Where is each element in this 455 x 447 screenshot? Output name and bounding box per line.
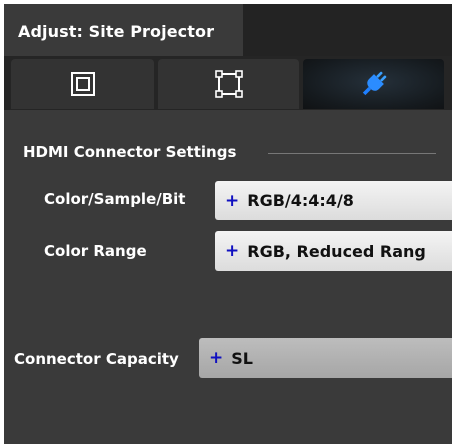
window-title-tab[interactable]: Adjust: Site Projector	[4, 4, 243, 56]
plus-icon: +	[225, 190, 240, 211]
square-frame-icon	[70, 72, 95, 96]
plug-icon	[362, 71, 386, 96]
corner-handles-icon	[214, 70, 243, 98]
section-title: HDMI Connector Settings	[23, 143, 237, 161]
plus-icon: +	[225, 241, 240, 261]
color-range-label: Color Range	[44, 242, 147, 260]
tab-corner-handles[interactable]	[158, 59, 299, 109]
connector-capacity-label: Connector Capacity	[14, 350, 179, 368]
tab-square-frame[interactable]	[11, 59, 154, 109]
color-range-value: RGB, Reduced Rang	[247, 241, 426, 261]
connector-capacity-select[interactable]: + SL	[199, 338, 452, 378]
section-divider	[268, 153, 436, 154]
color-range-select[interactable]: + RGB, Reduced Rang	[215, 231, 452, 271]
color-sample-bit-select[interactable]: + RGB/4:4:4/8	[215, 181, 452, 220]
tab-connector[interactable]	[303, 59, 444, 109]
adjust-window: Adjust: Site Projector HDMI Connector Se…	[4, 4, 452, 444]
tab-bar	[4, 56, 452, 110]
color-sample-bit-value: RGB/4:4:4/8	[247, 191, 354, 210]
window-title: Adjust: Site Projector	[18, 22, 215, 41]
color-sample-bit-label: Color/Sample/Bit	[44, 190, 186, 208]
plus-icon: +	[209, 348, 224, 368]
connector-capacity-value: SL	[231, 348, 253, 368]
